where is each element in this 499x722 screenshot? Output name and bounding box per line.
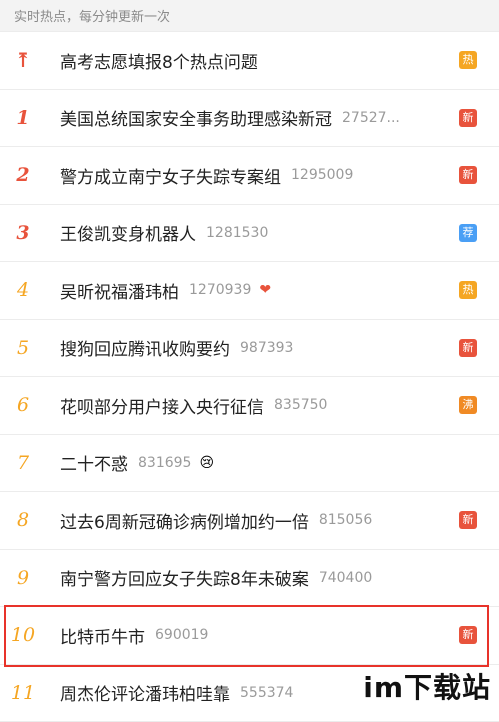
rank-number: 11 xyxy=(0,682,46,704)
badge-new: 新 xyxy=(459,626,477,644)
page-header: 实时热点，每分钟更新一次 xyxy=(0,0,499,32)
list-item[interactable]: 6 花呗部分用户接入央行征信 835750 沸 xyxy=(0,377,499,435)
item-title[interactable]: 吴昕祝福潘玮柏 xyxy=(60,278,179,303)
item-title[interactable]: 王俊凯变身机器人 xyxy=(60,220,196,245)
item-title[interactable]: 花呗部分用户接入央行征信 xyxy=(60,393,264,418)
item-title[interactable]: 周杰伦评论潘玮柏哇靠 xyxy=(60,680,230,705)
rank-number: 7 xyxy=(0,452,46,474)
heat-count: 815056 xyxy=(319,512,372,528)
heat-count: 1295009 xyxy=(291,167,353,183)
heat-count: 740400 xyxy=(319,570,372,586)
badge-rec: 荐 xyxy=(459,224,477,242)
list-item[interactable]: ⤒ 高考志愿填报8个热点问题 热 xyxy=(0,32,499,90)
rank-number: 9 xyxy=(0,567,46,589)
heart-icon: ❤ xyxy=(259,282,271,298)
watermark-text: im下载站 xyxy=(363,666,491,706)
rank-number: 4 xyxy=(0,279,46,301)
list-item[interactable]: 1 美国总统国家安全事务助理感染新冠 27527... 新 xyxy=(0,90,499,148)
hot-search-list: ⤒高考志愿填报8个热点问题热1美国总统国家安全事务助理感染新冠27527...新… xyxy=(0,32,499,722)
heat-count: 987393 xyxy=(240,340,293,356)
list-item[interactable]: 4 吴昕祝福潘玮柏 1270939 ❤ 热 xyxy=(0,262,499,320)
heat-count: 555374 xyxy=(240,685,293,701)
list-item[interactable]: 3 王俊凯变身机器人 1281530 荐 xyxy=(0,205,499,263)
badge-hot: 热 xyxy=(459,51,477,69)
header-text: 实时热点，每分钟更新一次 xyxy=(14,6,170,25)
crying-face-icon: 😢 xyxy=(199,455,214,471)
heat-count: 831695 xyxy=(138,455,191,471)
badge-new: 新 xyxy=(459,511,477,529)
rank-number: 5 xyxy=(0,337,46,359)
list-item[interactable]: 9 南宁警方回应女子失踪8年未破案 740400 xyxy=(0,550,499,608)
list-item[interactable]: 10 比特币牛市 690019 新 xyxy=(0,607,499,665)
rank-number: 3 xyxy=(0,222,46,244)
heat-count: 835750 xyxy=(274,397,327,413)
item-title[interactable]: 南宁警方回应女子失踪8年未破案 xyxy=(60,565,309,590)
item-title[interactable]: 高考志愿填报8个热点问题 xyxy=(60,48,258,73)
item-title[interactable]: 美国总统国家安全事务助理感染新冠 xyxy=(60,105,332,130)
item-title[interactable]: 搜狗回应腾讯收购要约 xyxy=(60,335,230,360)
item-title[interactable]: 二十不惑 xyxy=(60,450,128,475)
badge-new: 新 xyxy=(459,166,477,184)
list-item[interactable]: 8 过去6周新冠确诊病例增加约一倍 815056 新 xyxy=(0,492,499,550)
watermark: im下载站 xyxy=(333,667,495,705)
heat-count: 690019 xyxy=(155,627,208,643)
badge-new: 新 xyxy=(459,109,477,127)
heat-count: 1281530 xyxy=(206,225,268,241)
rank-number: 2 xyxy=(0,164,46,186)
rank-number: 1 xyxy=(0,107,46,129)
list-item[interactable]: 2 警方成立南宁女子失踪专案组 1295009 新 xyxy=(0,147,499,205)
heat-count: 27527... xyxy=(342,110,400,126)
item-title[interactable]: 比特币牛市 xyxy=(60,623,145,648)
badge-new: 新 xyxy=(459,339,477,357)
badge-boil: 沸 xyxy=(459,396,477,414)
list-item[interactable]: 5 搜狗回应腾讯收购要约 987393 新 xyxy=(0,320,499,378)
list-item[interactable]: 7 二十不惑 831695 😢 xyxy=(0,435,499,493)
rank-number: 10 xyxy=(0,624,46,646)
rank-number: 8 xyxy=(0,509,46,531)
heat-count: 1270939 xyxy=(189,282,251,298)
rank-number: 6 xyxy=(0,394,46,416)
item-title[interactable]: 过去6周新冠确诊病例增加约一倍 xyxy=(60,508,309,533)
pin-top-icon: ⤒ xyxy=(0,48,46,72)
badge-hot: 热 xyxy=(459,281,477,299)
item-title[interactable]: 警方成立南宁女子失踪专案组 xyxy=(60,163,281,188)
